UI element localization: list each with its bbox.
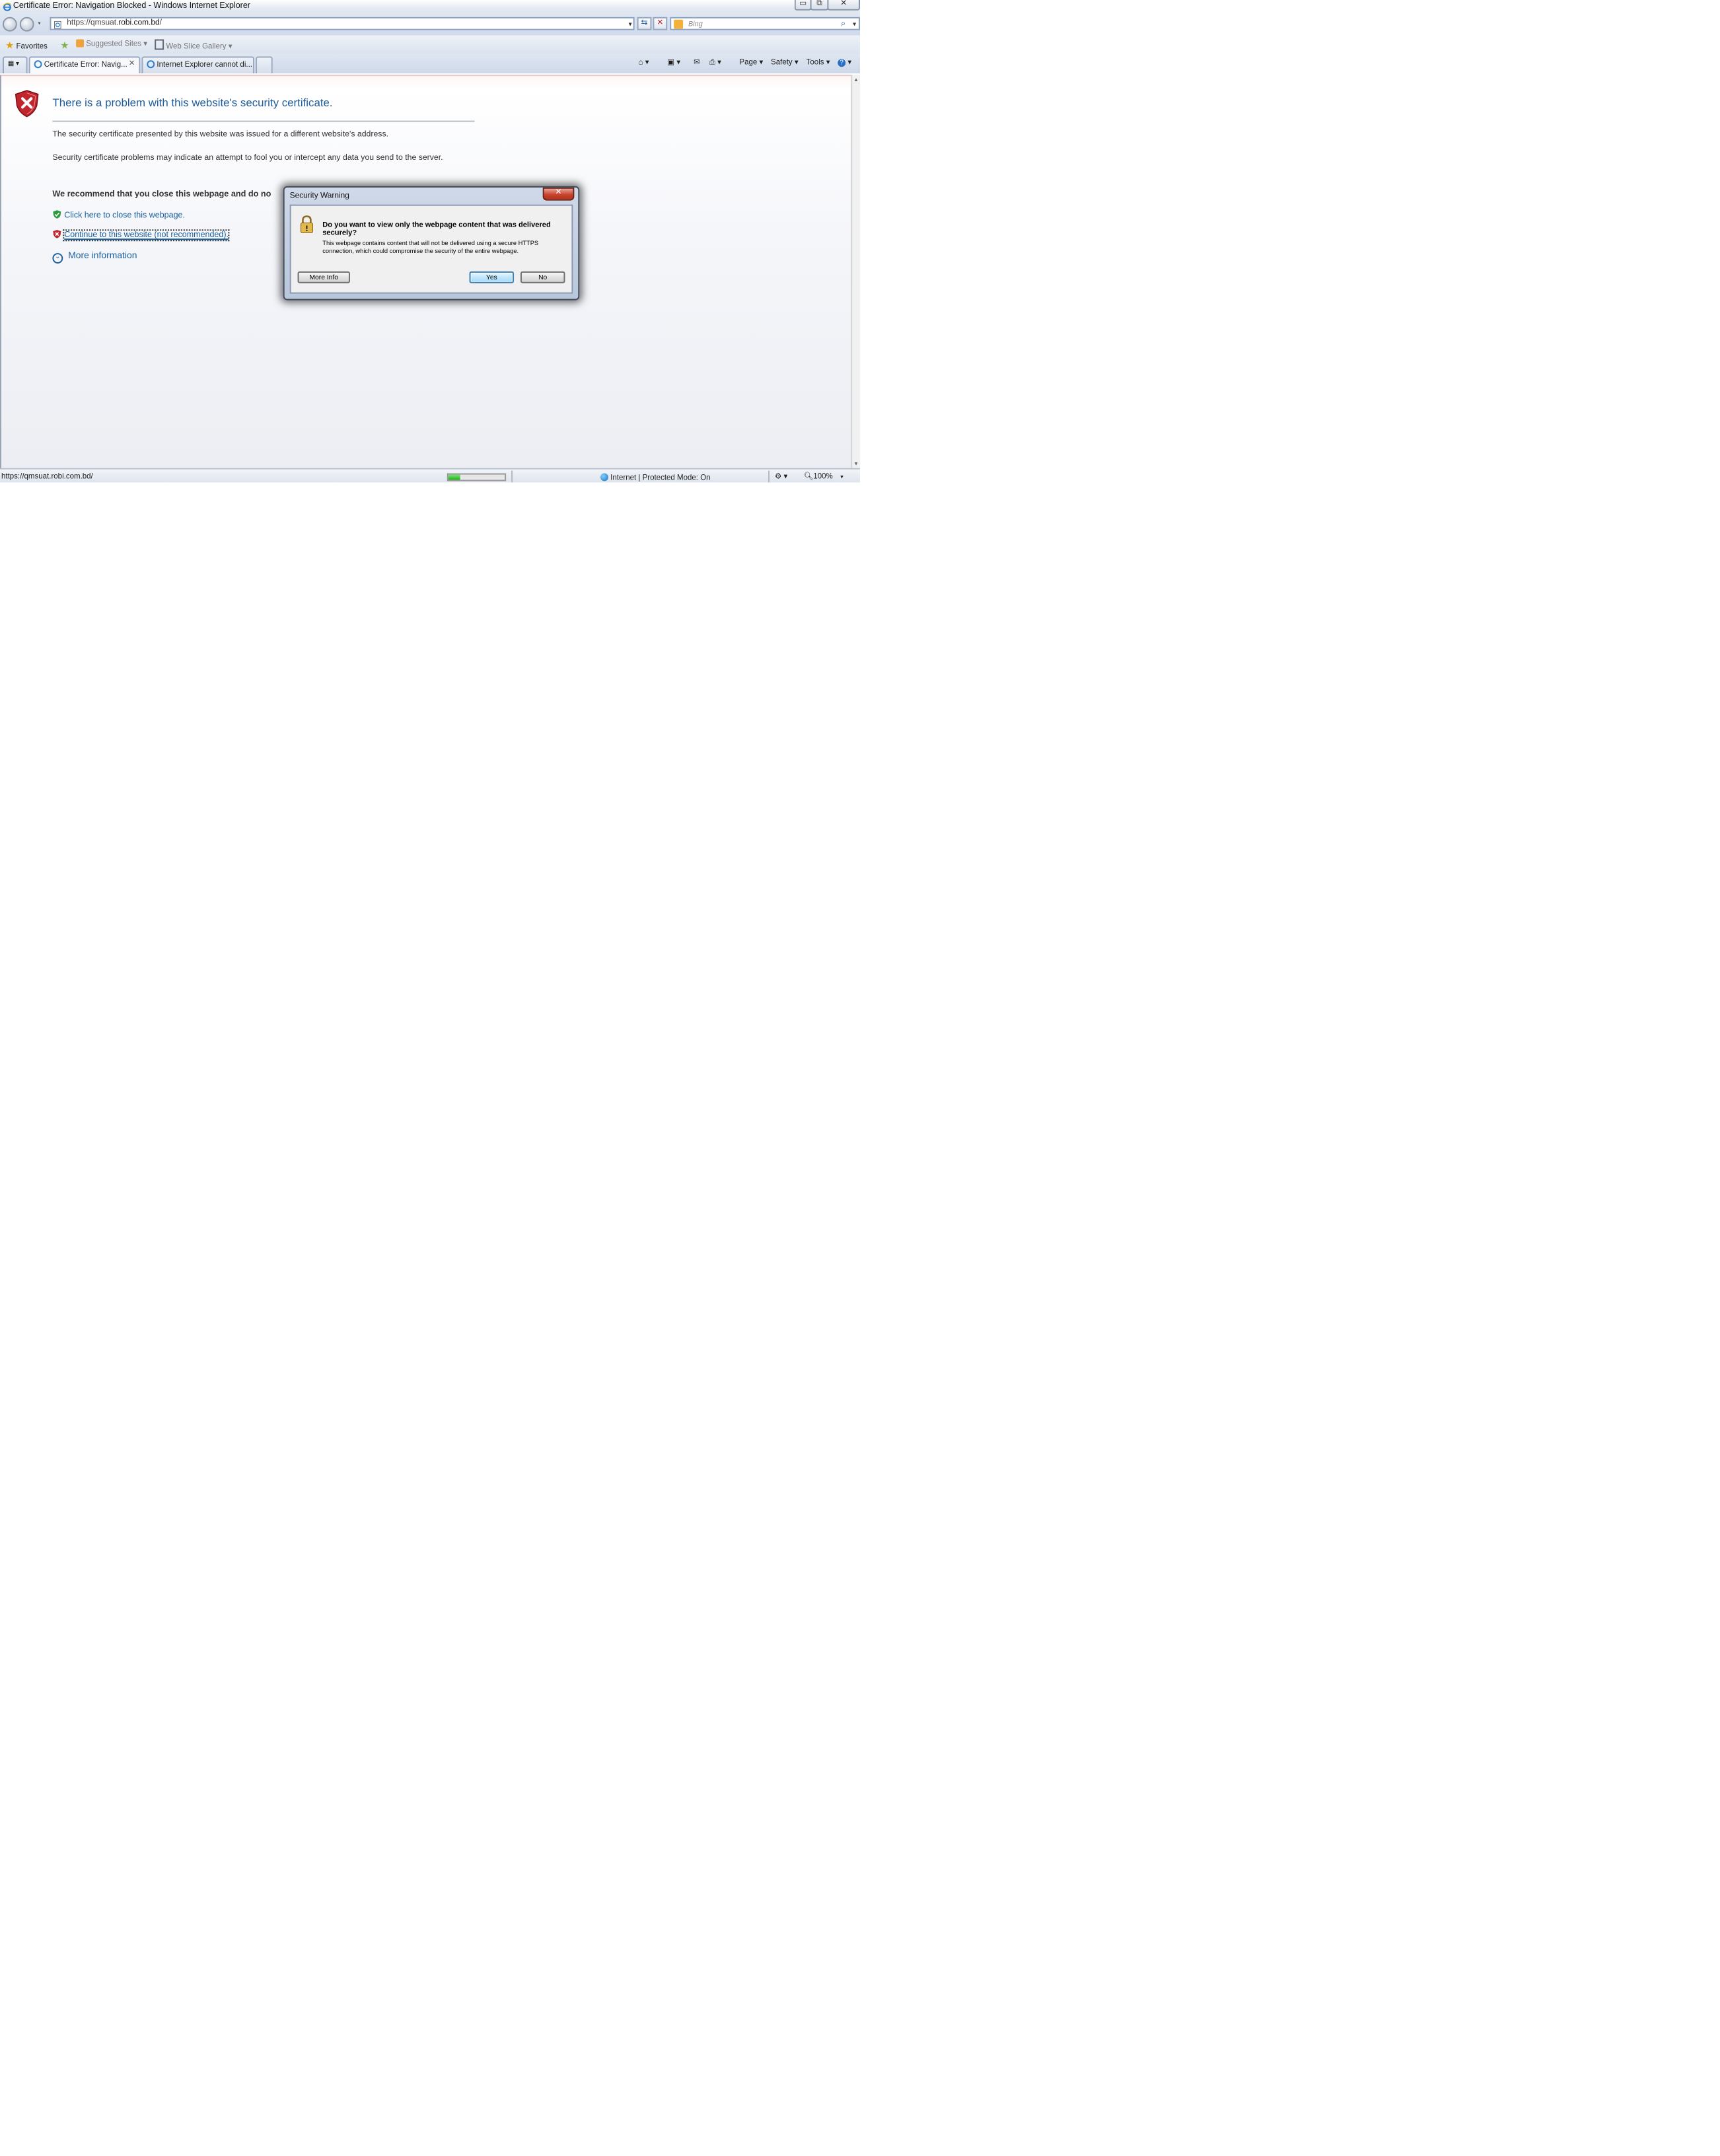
zoom-dropdown-icon[interactable]: ▾ — [840, 473, 843, 481]
zoom-level[interactable]: 🔍︎100% — [804, 473, 833, 481]
certificate-explanation: The security certificate presented by th… — [52, 129, 389, 139]
dialog-detail: This webpage contains content that will … — [322, 240, 539, 254]
tab-label: Certificate Error: Navig... — [44, 61, 127, 70]
search-options-dropdown-icon[interactable]: ▾ — [853, 20, 856, 28]
print-icon[interactable]: ⎙ ▾ — [709, 58, 721, 67]
continue-option[interactable]: Continue to this website (not recommende… — [52, 229, 230, 242]
page-load-progress — [447, 473, 507, 482]
status-separator — [768, 470, 770, 483]
red-shield-x-icon — [53, 230, 61, 238]
search-box[interactable]: Bing ⌕ ▾ — [670, 17, 861, 30]
search-icon[interactable]: ⌕ — [841, 19, 845, 30]
close-webpage-option[interactable]: Click here to close this webpage. — [52, 210, 185, 221]
green-shield-check-icon — [53, 210, 61, 219]
vertical-scrollbar[interactable]: ▲ ▼ — [851, 75, 861, 468]
continue-link[interactable]: Continue to this website (not recommende… — [63, 229, 230, 242]
progress-fill — [448, 474, 461, 480]
no-button[interactable]: No — [520, 271, 565, 283]
tab-loading-icon — [34, 60, 42, 69]
help-menu[interactable]: ? ▾ — [838, 58, 851, 67]
tools-menu[interactable]: Tools ▾ — [806, 58, 830, 66]
dialog-title: Security Warning — [289, 192, 349, 200]
window-title: Certificate Error: Navigation Blocked - … — [13, 1, 250, 11]
status-bar: https://qmsuat.robi.com.bd/ Internet | P… — [0, 468, 861, 483]
maximize-button[interactable]: ⧉ — [810, 0, 829, 11]
shield-error-icon — [15, 90, 39, 118]
status-separator — [511, 470, 513, 483]
close-webpage-link[interactable]: Click here to close this webpage. — [64, 211, 185, 221]
favorites-star-icon: ★ — [5, 39, 15, 52]
forward-button[interactable] — [19, 16, 34, 31]
navigation-bar: ▾ https://qmsuat.robi.com.bd/ ▾ ⇆ ✕ Bing… — [0, 13, 861, 36]
recent-pages-dropdown-icon[interactable]: ▾ — [38, 20, 41, 26]
tab-close-icon[interactable]: ✕ — [129, 60, 135, 68]
suggested-sites-icon — [76, 39, 85, 48]
dialog-question: Do you want to view only the webpage con… — [322, 221, 551, 237]
more-info-button[interactable]: More Info — [297, 271, 350, 283]
tab-ie-cannot-display[interactable]: Internet Explorer cannot di... — [141, 56, 255, 74]
minimize-button[interactable]: ▭ — [794, 0, 812, 11]
scroll-up-icon[interactable]: ▲ — [853, 76, 859, 83]
scroll-down-icon[interactable]: ▼ — [853, 460, 859, 467]
tab-ie-icon — [147, 60, 155, 69]
favorites-bar: ★ Favorites ★ Suggested Sites ▾ Web Slic… — [0, 35, 861, 55]
quick-tabs-button[interactable]: ▦ ▾ — [2, 56, 28, 74]
expand-chevron-icon: ⌄ — [52, 253, 63, 264]
security-warning-dialog: Security Warning ✕ ! Do you want to view… — [283, 186, 580, 301]
add-to-favorites-bar-icon[interactable]: ★ — [60, 40, 69, 52]
tab-label: Internet Explorer cannot di... — [157, 61, 252, 70]
refresh-button[interactable]: ⇆ — [637, 17, 652, 30]
page-favicon-icon — [54, 20, 61, 28]
web-slice-icon — [155, 39, 164, 50]
tab-bar: ▦ ▾ Certificate Error: Navig... ✕ Intern… — [0, 54, 861, 74]
globe-icon — [600, 472, 608, 481]
feeds-icon[interactable]: ▣ ▾ — [667, 58, 680, 66]
pop-up-settings-icon[interactable]: ⚙ ▾ — [775, 473, 787, 481]
bing-icon — [674, 19, 684, 29]
help-icon: ? — [838, 58, 846, 67]
page-menu[interactable]: Page ▾ — [739, 58, 763, 66]
address-dropdown-icon[interactable]: ▾ — [629, 20, 632, 28]
stop-button[interactable]: ✕ — [653, 17, 668, 30]
status-url: https://qmsuat.robi.com.bd/ — [1, 472, 93, 481]
back-button[interactable] — [2, 16, 17, 31]
security-zone[interactable]: Internet | Protected Mode: On — [600, 472, 711, 482]
new-tab-button[interactable] — [256, 56, 273, 74]
title-bar: Certificate Error: Navigation Blocked - … — [0, 0, 861, 13]
suggested-sites-button[interactable]: Suggested Sites ▾ — [76, 39, 147, 48]
search-placeholder: Bing — [688, 20, 703, 28]
more-information-toggle[interactable]: ⌄ More information — [52, 252, 137, 264]
divider — [52, 120, 475, 122]
page-title: There is a problem with this website's s… — [52, 95, 333, 109]
mail-icon[interactable]: ✉ — [694, 58, 700, 66]
svg-text:!: ! — [305, 224, 308, 233]
address-url[interactable]: https://qmsuat.robi.com.bd/ — [67, 20, 162, 28]
ie-logo-icon — [3, 2, 11, 11]
safety-menu[interactable]: Safety ▾ — [771, 58, 799, 66]
web-slice-gallery-button[interactable]: Web Slice Gallery ▾ — [155, 39, 233, 51]
zoom-icon: 🔍︎ — [803, 472, 814, 481]
yes-button[interactable]: Yes — [469, 271, 515, 283]
tab-certificate-error[interactable]: Certificate Error: Navig... ✕ — [28, 56, 141, 74]
dialog-close-button[interactable]: ✕ — [542, 187, 575, 201]
lock-warning-icon: ! — [300, 215, 313, 233]
ie-window: Certificate Error: Navigation Blocked - … — [0, 0, 861, 483]
security-warning-text: Security certificate problems may indica… — [52, 153, 443, 163]
address-bar[interactable]: https://qmsuat.robi.com.bd/ ▾ — [50, 17, 635, 30]
close-window-button[interactable]: ✕ — [827, 0, 861, 11]
more-information-label: More information — [68, 252, 137, 261]
home-icon[interactable]: ⌂ ▾ — [639, 58, 649, 66]
recommendation-text: We recommend that you close this webpage… — [52, 189, 271, 199]
favorites-button[interactable]: ★ Favorites — [5, 40, 48, 52]
